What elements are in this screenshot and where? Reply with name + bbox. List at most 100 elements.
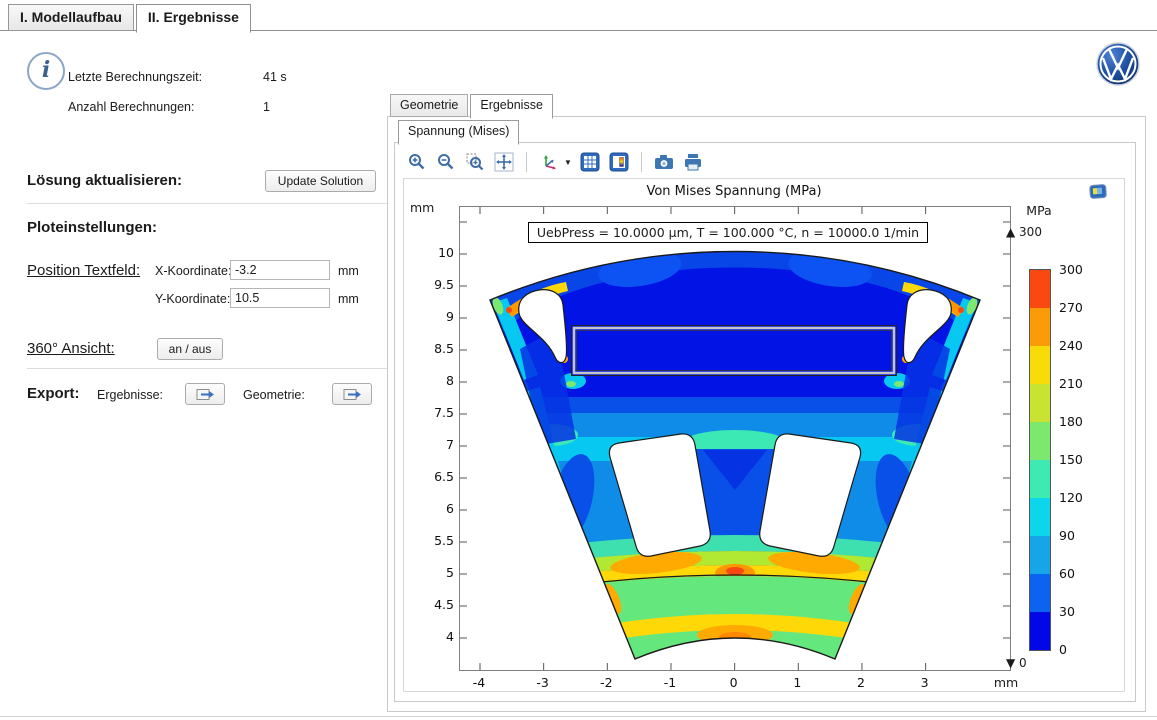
zoom-extents-icon[interactable] [493, 151, 515, 173]
graphics-window[interactable]: Von Mises Spannung (MPa) mm mm [403, 178, 1125, 692]
last-computation-label: Letzte Berechnungszeit: [68, 70, 202, 84]
plot-title: Von Mises Spannung (MPa) [459, 184, 1009, 199]
tab-spannung-mises[interactable]: Spannung (Mises) [398, 120, 519, 145]
export-geometry-label: Geometrie: [243, 388, 305, 402]
x-tick-label: 0 [714, 675, 754, 690]
y-coordinate-field[interactable] [230, 288, 330, 308]
export-results-button[interactable] [185, 383, 225, 405]
zoom-out-icon[interactable] [435, 151, 457, 173]
colorbar-segment [1030, 460, 1050, 498]
info-icon: i [27, 52, 65, 90]
colorbar-tick-label: 210 [1059, 376, 1083, 391]
export-results-label: Ergebnisse: [97, 388, 163, 402]
snapshot-icon[interactable] [653, 151, 675, 173]
colorbar-segment [1030, 270, 1050, 308]
result-plot-tab-bar: Spannung (Mises) [398, 120, 521, 145]
x-tick-label: -3 [523, 675, 563, 690]
zoom-in-icon[interactable] [406, 151, 428, 173]
export-icon [343, 388, 362, 401]
vw-logo [1096, 42, 1140, 91]
colorbar-tick-label: 150 [1059, 452, 1083, 467]
toolbar-separator [526, 152, 527, 172]
export-heading: Export: [27, 385, 80, 402]
magnet-region [572, 326, 897, 376]
window-bottom-edge [0, 716, 1157, 717]
separator [27, 368, 390, 369]
colorbar-tick-label: 300 [1059, 262, 1083, 277]
y-tick-label: 9 [414, 309, 454, 324]
colorbar-min-marker: ▼ 0 [1006, 656, 1027, 670]
x-coordinate-label: X-Koordinate: [155, 264, 231, 278]
y-tick-label: 6.5 [414, 469, 454, 484]
main-tab-bar: I. ModellaufbauII. Ergebnisse [8, 4, 253, 31]
text-position-label: Position Textfeld: [27, 262, 140, 279]
y-tick-label: 7 [414, 437, 454, 452]
fem-stress-plot [460, 207, 1010, 670]
colorbar-tick-label: 270 [1059, 300, 1083, 315]
update-solution-heading: Lösung aktualisieren: [27, 172, 182, 189]
x-axis-unit: mm [986, 675, 1026, 690]
tab-ergebnisse[interactable]: II. Ergebnisse [136, 4, 251, 33]
y-tick-label: 10 [414, 245, 454, 260]
last-computation-value: 41 s [263, 70, 287, 84]
export-geometry-button[interactable] [332, 383, 372, 405]
colorbar-segment [1030, 422, 1050, 460]
colorbar-unit: MPa [1016, 203, 1062, 218]
plot-settings-heading: Ploteinstellungen: [27, 219, 157, 236]
y-tick-label: 5.5 [414, 533, 454, 548]
y-tick-label: 7.5 [414, 405, 454, 420]
colorbar-segment [1030, 384, 1050, 422]
update-solution-button[interactable]: Update Solution [265, 170, 376, 192]
default-view-dropdown-caret[interactable]: ▼ [564, 158, 572, 167]
colorbar-segment [1030, 612, 1050, 650]
graphics-tab-bar: GeometrieErgebnisse [390, 94, 555, 119]
y-tick-label: 9.5 [414, 277, 454, 292]
x-tick-label: -2 [586, 675, 626, 690]
y-tick-label: 6 [414, 501, 454, 516]
colorbar-tick-label: 90 [1059, 528, 1075, 543]
view-360-label: 360° Ansicht: [27, 340, 115, 357]
tab-ergebnisse-view[interactable]: Ergebnisse [470, 94, 553, 119]
default-view-icon[interactable] [538, 151, 560, 173]
parameter-annotation-box: UebPress = 10.0000 µm, T = 100.000 °C, n… [528, 222, 928, 243]
y-tick-label: 8.5 [414, 341, 454, 356]
separator [27, 203, 390, 204]
export-icon [196, 388, 215, 401]
color-legend-toggle-icon[interactable] [608, 151, 630, 173]
x-tick-label: 1 [777, 675, 817, 690]
x-tick-label: -4 [459, 675, 499, 690]
x-tick-label: 3 [905, 675, 945, 690]
graphics-toolbar: ▼ [406, 149, 704, 175]
plot-refresh-icon[interactable] [1088, 183, 1108, 205]
colorbar-segment [1030, 346, 1050, 384]
colorbar-tick-label: 0 [1059, 642, 1067, 657]
colorbar-tick-label: 240 [1059, 338, 1083, 353]
tab-geometrie[interactable]: Geometrie [390, 94, 468, 117]
colorbar-max-marker: ▲ 300 [1006, 225, 1042, 239]
colorbar-tick-label: 30 [1059, 604, 1075, 619]
colorbar [1029, 269, 1051, 651]
y-axis-unit: mm [410, 200, 434, 215]
y-tick-label: 8 [414, 373, 454, 388]
x-coordinate-field[interactable] [230, 260, 330, 280]
colorbar-segment [1030, 574, 1050, 612]
print-icon[interactable] [682, 151, 704, 173]
computation-count-label: Anzahl Berechnungen: [68, 100, 194, 114]
plot-canvas[interactable] [459, 206, 1011, 671]
colorbar-tick-label: 120 [1059, 490, 1083, 505]
zoom-box-icon[interactable] [464, 151, 486, 173]
computation-count-value: 1 [263, 100, 270, 114]
colorbar-tick-label: 180 [1059, 414, 1083, 429]
colorbar-segment [1030, 498, 1050, 536]
toolbar-separator [641, 152, 642, 172]
y-tick-label: 5 [414, 565, 454, 580]
y-tick-label: 4.5 [414, 597, 454, 612]
colorbar-segment [1030, 536, 1050, 574]
grid-toggle-icon[interactable] [579, 151, 601, 173]
view-360-toggle-button[interactable]: an / aus [157, 338, 223, 360]
colorbar-segment [1030, 308, 1050, 346]
tab-modellaufbau[interactable]: I. Modellaufbau [8, 4, 134, 31]
y-coordinate-label: Y-Koordinate: [155, 292, 230, 306]
x-tick-label: 2 [841, 675, 881, 690]
x-tick-label: -1 [650, 675, 690, 690]
